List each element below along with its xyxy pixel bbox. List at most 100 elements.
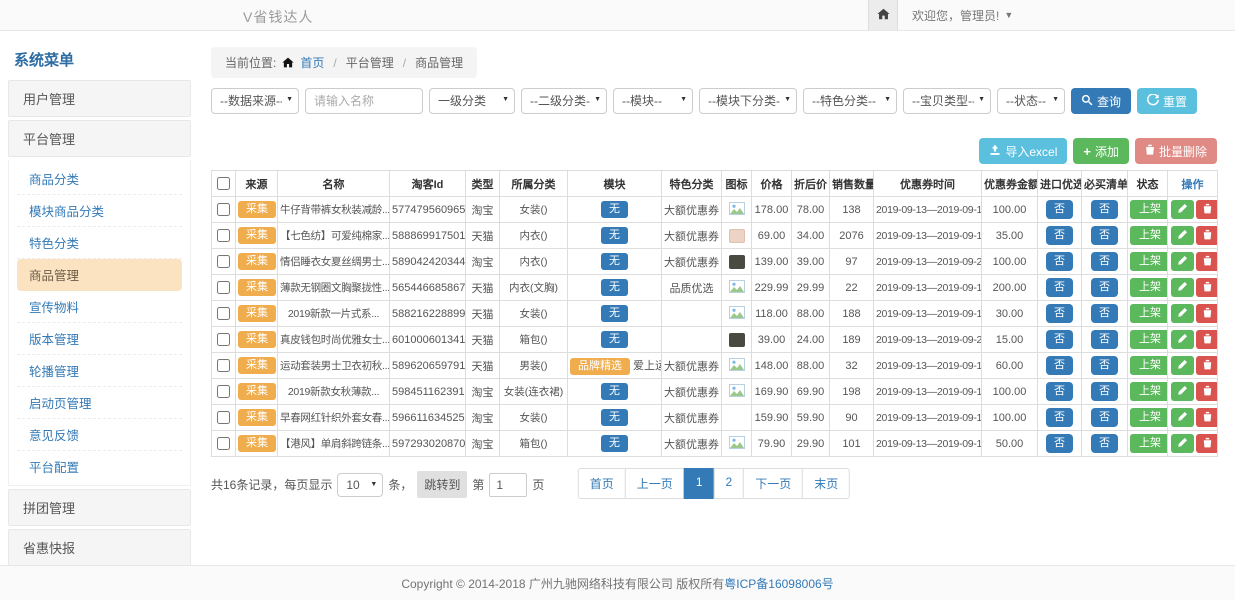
- delete-button[interactable]: [1196, 304, 1218, 323]
- edit-button[interactable]: [1171, 200, 1194, 219]
- status-button[interactable]: 上架: [1130, 356, 1168, 375]
- sidebar-subitem[interactable]: 宣传物料: [17, 291, 182, 323]
- sidebar-subitem[interactable]: 模块商品分类: [17, 195, 182, 227]
- delete-button[interactable]: [1196, 252, 1218, 271]
- status-button[interactable]: 上架: [1130, 304, 1168, 323]
- row-checkbox[interactable]: [217, 411, 230, 424]
- edit-button[interactable]: [1171, 252, 1194, 271]
- must-buy-toggle-button[interactable]: 否: [1091, 356, 1118, 375]
- import-toggle-button[interactable]: 否: [1046, 200, 1073, 219]
- sidebar-group[interactable]: 用户管理: [8, 80, 191, 117]
- home-button[interactable]: [868, 0, 898, 30]
- delete-button[interactable]: [1196, 408, 1218, 427]
- status-button[interactable]: 上架: [1130, 434, 1168, 453]
- row-checkbox[interactable]: [217, 385, 230, 398]
- import-toggle-button[interactable]: 否: [1046, 252, 1073, 271]
- sidebar-subitem[interactable]: 版本管理: [17, 323, 182, 355]
- pager-button[interactable]: 1: [684, 468, 715, 499]
- delete-button[interactable]: [1196, 356, 1218, 375]
- search-button[interactable]: 查询: [1071, 88, 1131, 114]
- filter-select[interactable]: --模块下分类--: [699, 88, 797, 114]
- breadcrumb-home-link[interactable]: 首页: [300, 54, 324, 71]
- delete-button[interactable]: [1196, 226, 1218, 245]
- must-buy-toggle-button[interactable]: 否: [1091, 226, 1118, 245]
- must-buy-toggle-button[interactable]: 否: [1091, 330, 1118, 349]
- pager-button[interactable]: 末页: [802, 468, 850, 499]
- user-menu[interactable]: 欢迎您，管理员! ▼: [912, 7, 1013, 24]
- filter-select[interactable]: --宝贝类型--: [903, 88, 991, 114]
- delete-button[interactable]: [1196, 330, 1218, 349]
- pager-button[interactable]: 上一页: [625, 468, 685, 499]
- status-button[interactable]: 上架: [1130, 330, 1168, 349]
- sidebar-subitem[interactable]: 商品分类: [17, 163, 182, 195]
- must-buy-toggle-button[interactable]: 否: [1091, 304, 1118, 323]
- delete-button[interactable]: [1196, 200, 1218, 219]
- must-buy-toggle-button[interactable]: 否: [1091, 278, 1118, 297]
- must-buy-toggle-button[interactable]: 否: [1091, 200, 1118, 219]
- delete-button[interactable]: [1196, 278, 1218, 297]
- reset-button[interactable]: 重置: [1137, 88, 1197, 114]
- status-button[interactable]: 上架: [1130, 408, 1168, 427]
- status-button[interactable]: 上架: [1130, 278, 1168, 297]
- import-toggle-button[interactable]: 否: [1046, 356, 1073, 375]
- sidebar-group[interactable]: 平台管理: [8, 120, 191, 157]
- batch-delete-button[interactable]: 批量删除: [1135, 138, 1217, 164]
- delete-button[interactable]: [1196, 434, 1218, 453]
- sidebar-subitem[interactable]: 启动页管理: [17, 387, 182, 419]
- name-search-input[interactable]: [305, 88, 423, 114]
- pager-button[interactable]: 首页: [578, 468, 626, 499]
- status-button[interactable]: 上架: [1130, 226, 1168, 245]
- edit-button[interactable]: [1171, 382, 1194, 401]
- sidebar-subitem[interactable]: 特色分类: [17, 227, 182, 259]
- sidebar-subitem[interactable]: 轮播管理: [17, 355, 182, 387]
- must-buy-toggle-button[interactable]: 否: [1091, 382, 1118, 401]
- status-button[interactable]: 上架: [1130, 382, 1168, 401]
- edit-button[interactable]: [1171, 278, 1194, 297]
- edit-button[interactable]: [1171, 408, 1194, 427]
- filter-select[interactable]: --模块--: [613, 88, 693, 114]
- import-toggle-button[interactable]: 否: [1046, 434, 1073, 453]
- sidebar-subitem[interactable]: 意见反馈: [17, 419, 182, 451]
- sidebar-group[interactable]: 省惠快报: [8, 529, 191, 565]
- sidebar-group[interactable]: 拼团管理: [8, 489, 191, 526]
- icp-link[interactable]: 粤ICP备16098006号: [724, 575, 833, 592]
- edit-button[interactable]: [1171, 330, 1194, 349]
- edit-button[interactable]: [1171, 304, 1194, 323]
- edit-button[interactable]: [1171, 434, 1194, 453]
- pager-button[interactable]: 下一页: [743, 468, 803, 499]
- row-checkbox[interactable]: [217, 307, 230, 320]
- import-toggle-button[interactable]: 否: [1046, 278, 1073, 297]
- sidebar-subitem[interactable]: 平台配置: [17, 451, 182, 482]
- filter-select-data-source[interactable]: --数据来源--: [211, 88, 299, 114]
- must-buy-toggle-button[interactable]: 否: [1091, 252, 1118, 271]
- row-checkbox[interactable]: [217, 229, 230, 242]
- row-checkbox[interactable]: [217, 255, 230, 268]
- import-toggle-button[interactable]: 否: [1046, 382, 1073, 401]
- jump-to-button[interactable]: 跳转到: [417, 471, 467, 498]
- must-buy-toggle-button[interactable]: 否: [1091, 408, 1118, 427]
- filter-select[interactable]: --状态--: [997, 88, 1065, 114]
- sidebar-subitem[interactable]: 商品管理: [17, 259, 182, 291]
- must-buy-toggle-button[interactable]: 否: [1091, 434, 1118, 453]
- filter-select[interactable]: --特色分类--: [803, 88, 897, 114]
- row-checkbox[interactable]: [217, 333, 230, 346]
- status-button[interactable]: 上架: [1130, 200, 1168, 219]
- filter-select[interactable]: --二级分类--: [521, 88, 607, 114]
- per-page-select[interactable]: 10: [337, 473, 383, 497]
- select-all-checkbox[interactable]: [217, 177, 230, 190]
- row-checkbox[interactable]: [217, 437, 230, 450]
- row-checkbox[interactable]: [217, 359, 230, 372]
- edit-button[interactable]: [1171, 226, 1194, 245]
- status-button[interactable]: 上架: [1130, 252, 1168, 271]
- import-toggle-button[interactable]: 否: [1046, 330, 1073, 349]
- import-toggle-button[interactable]: 否: [1046, 226, 1073, 245]
- add-button[interactable]: + 添加: [1073, 138, 1129, 164]
- row-checkbox[interactable]: [217, 281, 230, 294]
- import-excel-button[interactable]: 导入excel: [979, 138, 1067, 164]
- delete-button[interactable]: [1196, 382, 1218, 401]
- page-number-input[interactable]: [489, 473, 527, 497]
- row-checkbox[interactable]: [217, 203, 230, 216]
- import-toggle-button[interactable]: 否: [1046, 408, 1073, 427]
- edit-button[interactable]: [1171, 356, 1194, 375]
- pager-button[interactable]: 2: [714, 468, 745, 499]
